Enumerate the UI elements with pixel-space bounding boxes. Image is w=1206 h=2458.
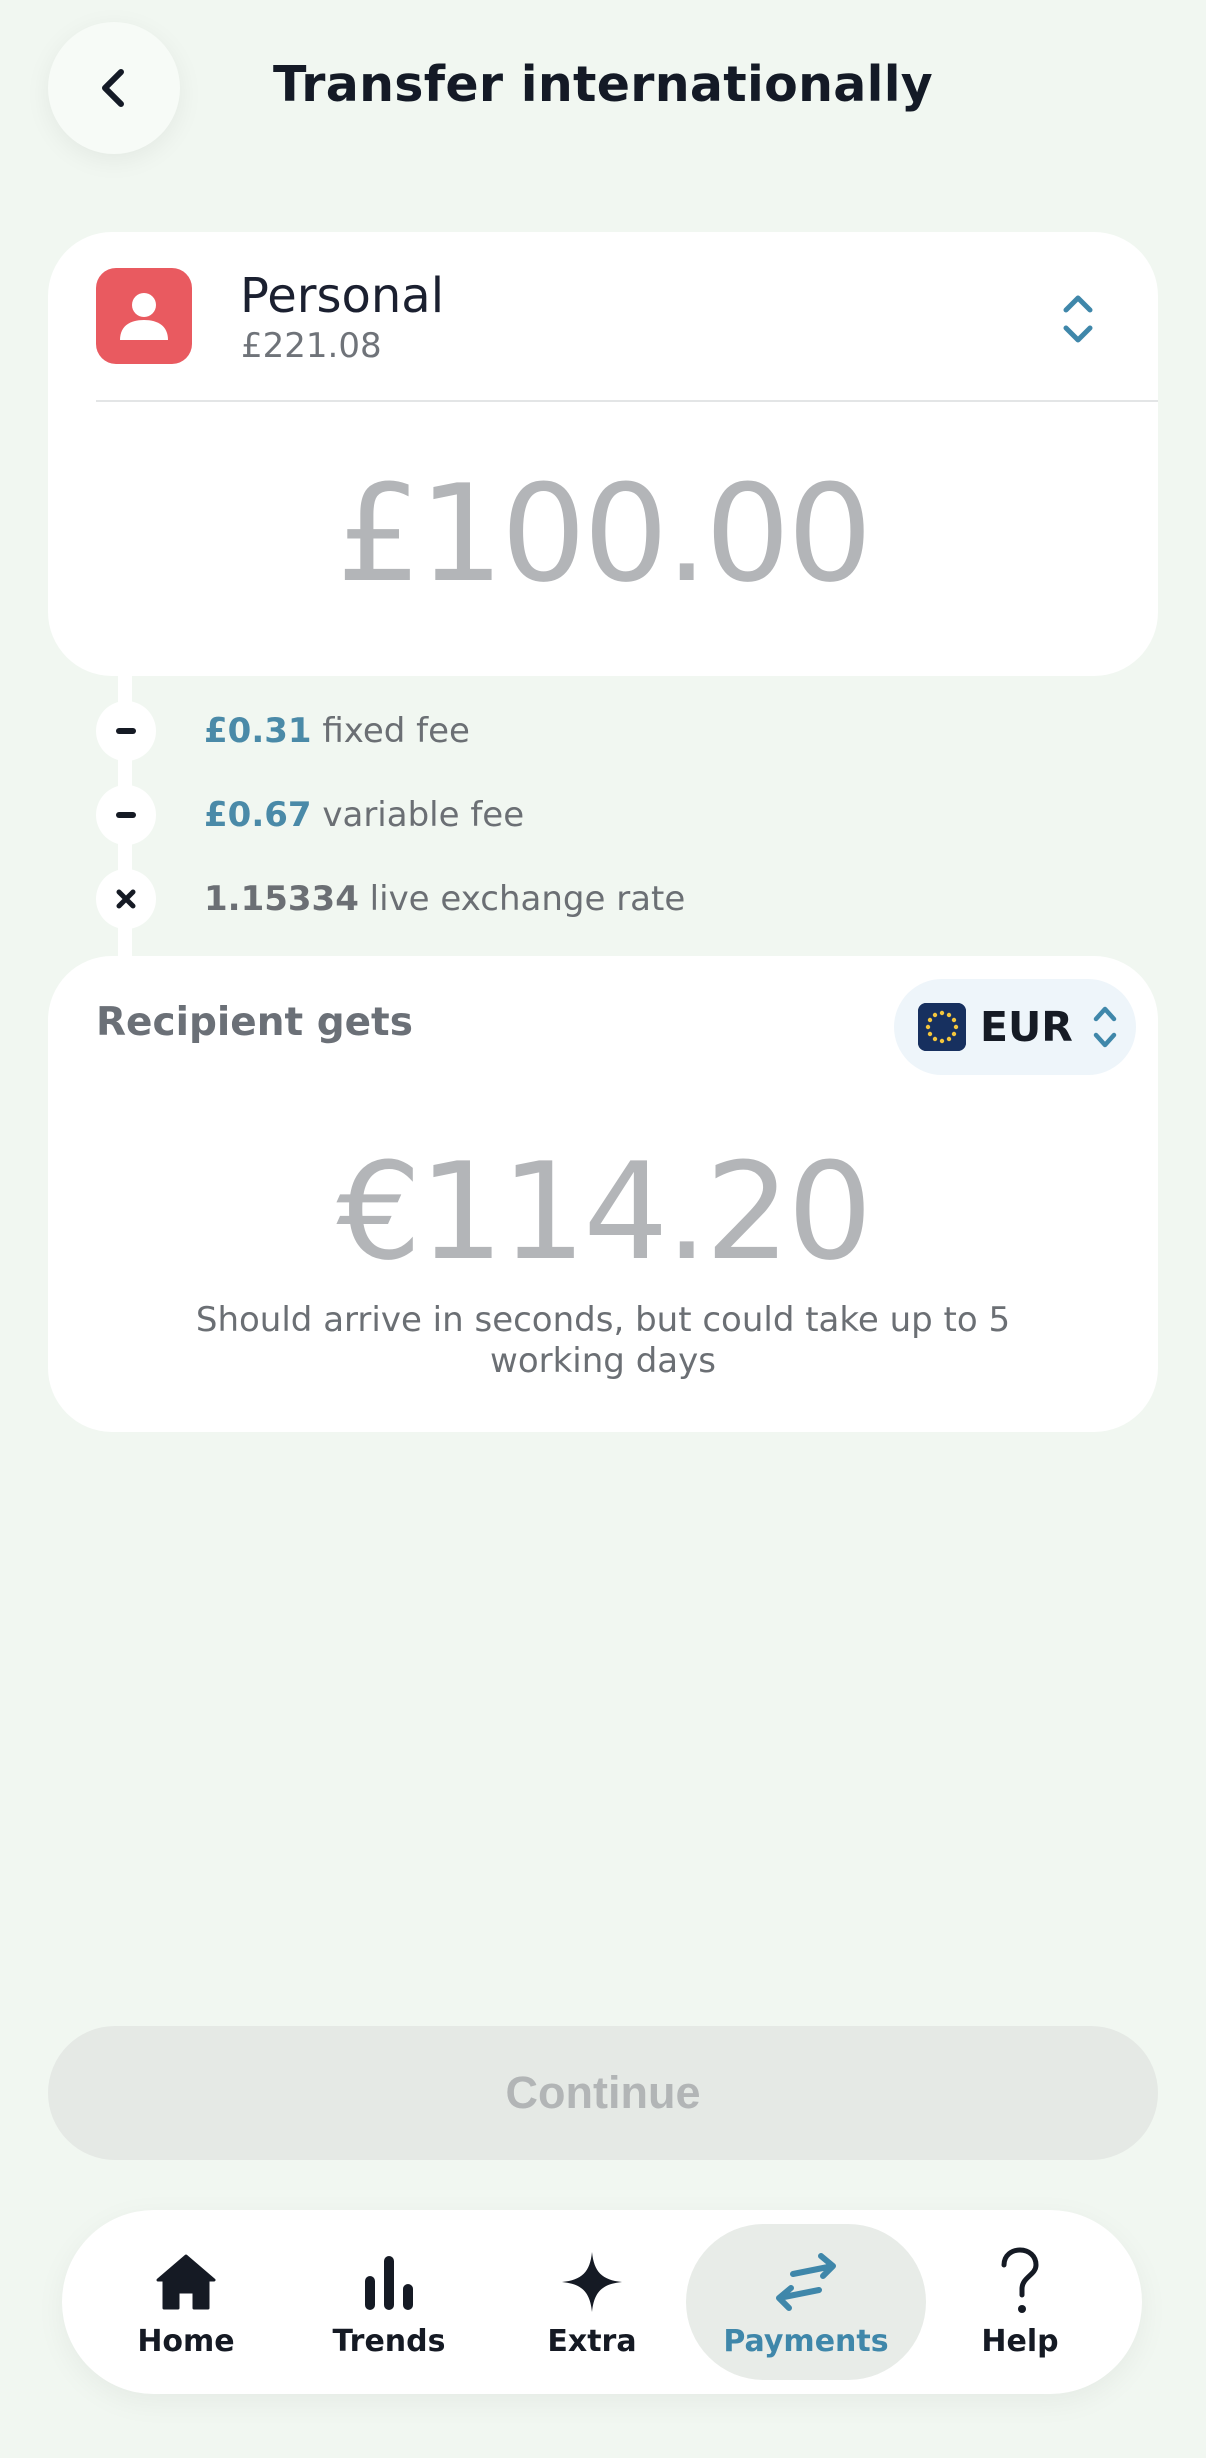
recipient-card: Recipient gets EUR €114.20 Should arrive… — [48, 956, 1158, 1432]
fee-label: fixed fee — [322, 711, 470, 751]
fee-amount: £0.67 — [204, 795, 312, 835]
eu-flag-icon — [918, 1003, 966, 1051]
nav-label: Payments — [723, 2324, 889, 2359]
exchange-rate-value: 1.15334 — [204, 879, 359, 919]
bar-chart-icon — [365, 2256, 413, 2310]
nav-label: Help — [981, 2324, 1059, 2359]
account-name: Personal — [240, 268, 445, 324]
sparkle-icon — [562, 2252, 622, 2312]
fee-label: live exchange rate — [369, 879, 686, 919]
nav-label: Extra — [547, 2324, 637, 2359]
chevron-up-down-icon — [1063, 295, 1093, 343]
fee-amount: £0.31 — [204, 711, 312, 751]
nav-item-help[interactable]: Help — [920, 2210, 1120, 2394]
nav-item-extra[interactable]: Extra — [492, 2210, 692, 2394]
question-icon — [1001, 2247, 1039, 2313]
currency-selector-button[interactable]: EUR — [894, 979, 1136, 1075]
times-icon — [96, 869, 156, 929]
recipient-amount: €114.20 — [336, 1134, 872, 1290]
fee-row-exchange-rate: 1.15334 live exchange rate — [96, 869, 685, 929]
source-account-card: Personal £221.08 £100.00 — [48, 232, 1158, 676]
nav-label: Trends — [332, 2324, 446, 2359]
account-avatar — [96, 268, 192, 364]
card-divider — [96, 400, 1158, 402]
home-icon — [156, 2254, 216, 2310]
arrival-note: Should arrive in seconds, but could take… — [195, 1300, 1011, 1381]
fee-row-variable: £0.67 variable fee — [96, 785, 524, 845]
nav-item-home[interactable]: Home — [86, 2210, 286, 2394]
fee-label: variable fee — [322, 795, 525, 835]
fee-row-fixed: £0.31 fixed fee — [96, 701, 470, 761]
page-title: Transfer internationally — [272, 56, 934, 113]
transfer-arrows-icon — [776, 2253, 836, 2311]
recipient-label: Recipient gets — [96, 1000, 413, 1045]
account-balance: £221.08 — [241, 326, 382, 366]
continue-button[interactable]: Continue — [48, 2026, 1158, 2160]
account-switcher-button[interactable] — [1048, 284, 1108, 354]
chevron-up-down-icon — [1093, 1006, 1117, 1048]
nav-label: Home — [137, 2324, 235, 2359]
currency-code: EUR — [980, 1003, 1073, 1051]
fee-text: 1.15334 live exchange rate — [204, 879, 685, 919]
send-amount-input[interactable]: £100.00 — [48, 456, 1158, 612]
bottom-nav: Home Trends Extra Payments Help — [62, 2210, 1142, 2394]
nav-item-payments[interactable]: Payments — [706, 2210, 906, 2394]
minus-icon — [96, 785, 156, 845]
fee-text: £0.31 fixed fee — [204, 711, 470, 751]
fee-text: £0.67 variable fee — [204, 795, 524, 835]
person-icon — [120, 293, 168, 340]
minus-icon — [96, 701, 156, 761]
nav-item-trends[interactable]: Trends — [289, 2210, 489, 2394]
